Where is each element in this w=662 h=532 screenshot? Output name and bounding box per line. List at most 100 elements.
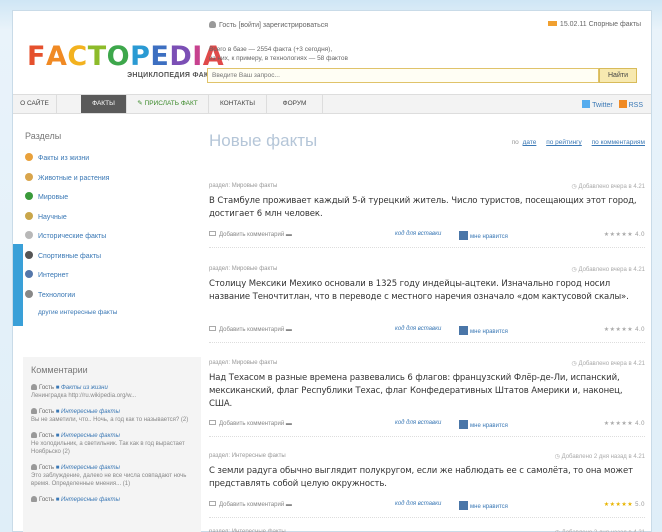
add-comment-link[interactable]: Добавить комментарий ▬: [209, 231, 292, 238]
sidebar-item-category[interactable]: Технологии: [25, 289, 195, 310]
vk-like-label: мне нравится: [470, 234, 508, 240]
search-button[interactable]: Найти: [599, 68, 637, 83]
fact-text[interactable]: В Стамбуле проживает каждый 5-й турецкий…: [209, 195, 645, 221]
insert-code-link[interactable]: код для вставки: [395, 231, 441, 237]
fact-text[interactable]: Над Техасом в разные времена развевались…: [209, 372, 645, 411]
sort-by-comments[interactable]: по комментариям: [592, 139, 645, 146]
sidebar-item-category[interactable]: Факты из жизни: [25, 153, 195, 173]
comment-count-icon: ▬: [285, 232, 292, 238]
category-label: Технологии: [38, 291, 76, 299]
insert-code-link[interactable]: код для вставки: [395, 420, 441, 426]
guest-line[interactable]: Гость [войти] зарегистрироваться: [209, 21, 328, 29]
fact-meta: Добавить комментарий ▬ код для вставки мне…: [209, 501, 645, 511]
rss-label: RSS: [628, 102, 643, 109]
tab-send-fact[interactable]: ✎ ПРИСЛАТЬ ФАКТ: [127, 95, 209, 113]
add-comment-link[interactable]: Добавить комментарий ▬: [209, 420, 292, 427]
comment-category[interactable]: Факты из жизни: [61, 385, 108, 391]
fact-date-text: Добавлено вчера в 4.21: [578, 361, 645, 367]
star-rating[interactable]: ★★★★★ 4.0: [604, 326, 645, 333]
comment-count-icon: ▬: [285, 327, 292, 333]
add-comment-link[interactable]: Добавить комментарий ▬: [209, 501, 292, 508]
sort-by-rating[interactable]: по рейтингу: [546, 139, 582, 146]
category-icon: [25, 270, 33, 278]
date-line[interactable]: 15.02.11 Спорные факты: [547, 21, 641, 28]
comment-count-icon: ▬: [285, 421, 292, 427]
comment-icon: [209, 420, 216, 425]
rating-value: 4.0: [635, 327, 645, 333]
rating-value: 4.0: [635, 421, 645, 427]
vk-like-button[interactable]: мне нравится: [459, 501, 508, 510]
star-rating[interactable]: ★★★★★ 4.0: [604, 420, 645, 427]
sort-prefix: по: [511, 139, 519, 146]
sidebar-item-category[interactable]: Мировые: [25, 192, 195, 212]
feedback-side-tab[interactable]: [13, 244, 23, 326]
sidebar-item-category[interactable]: Животные и растения: [25, 172, 195, 193]
category-label: Мировые: [38, 194, 69, 201]
bullet-icon: ■: [55, 409, 60, 415]
category-label: Исторические факты: [38, 233, 107, 240]
user-icon: [209, 21, 216, 28]
category-label: Факты из жизни: [38, 155, 90, 162]
vk-like-button[interactable]: мне нравится: [459, 420, 508, 429]
comment-item[interactable]: Гость ■ Интересные факты Это заблуждение,…: [31, 464, 193, 488]
category-icon: [25, 231, 33, 239]
sidebar-item-category[interactable]: Спортивные факты: [25, 250, 195, 271]
comment-author: Гость: [31, 384, 54, 391]
user-icon: [31, 464, 37, 470]
stars-icon: ★★★★★: [603, 421, 634, 427]
sidebar-item-category[interactable]: Интернет: [25, 270, 195, 290]
sidebar-item-category[interactable]: Научные: [25, 211, 195, 232]
twitter-link[interactable]: Twitter: [582, 100, 613, 109]
date-text[interactable]: 15.02.11 Спорные факты: [560, 21, 641, 28]
logo-text: FACTOPEDIA: [27, 41, 225, 72]
fact-divider: [209, 247, 645, 248]
comment-text: Это заблуждение, далеко не все числа сов…: [31, 473, 187, 487]
insert-code-link[interactable]: код для вставки: [395, 501, 441, 507]
tab-contacts[interactable]: КОНТАКТЫ: [209, 95, 267, 113]
more-facts-link[interactable]: другие интересные факты: [25, 309, 195, 329]
add-comment-label: Добавить комментарий: [219, 327, 285, 333]
guest-login-link[interactable]: Гость [войти] зарегистрироваться: [219, 22, 328, 29]
category-icon: [25, 211, 33, 220]
fact-divider: [209, 436, 645, 437]
fact-text[interactable]: С земли радуга обычно выглядит полукруго…: [209, 465, 645, 491]
tab-forum[interactable]: ФОРУМ: [267, 95, 323, 113]
add-comment-link[interactable]: Добавить комментарий ▬: [209, 326, 292, 333]
tab-facts[interactable]: ФАКТЫ: [81, 95, 127, 113]
search-input[interactable]: [207, 68, 599, 83]
fact-divider: [209, 517, 645, 518]
comment-text: Ленинградка http://ru.wikipedia.org/w...: [31, 393, 137, 399]
comment-item[interactable]: Гость ■ Интересные факты Вы не заметили, …: [31, 408, 193, 424]
star-rating[interactable]: ★★★★★ 4.0: [604, 231, 645, 238]
fact-text[interactable]: Столицу Мексики Мехико основали в 1325 г…: [209, 278, 645, 304]
comment-category[interactable]: Интересные факты: [61, 497, 120, 503]
insert-code-link[interactable]: код для вставки: [395, 326, 441, 332]
star-rating[interactable]: ★★★★★ 5.0: [604, 501, 645, 508]
comment-category[interactable]: Интересные факты: [61, 409, 120, 415]
comment-author: Гость: [31, 496, 54, 503]
fact-item: раздел: Мировые факты ◷ Добавлено вчера в…: [209, 360, 645, 429]
vk-like-label: мне нравится: [470, 329, 508, 335]
comment-item[interactable]: Гость ■ Интересные факты Не холодильник, …: [31, 432, 193, 456]
comments-heading: Комментарии: [31, 365, 88, 375]
stats-line-1: Всего в базе — 2554 факта (+3 сегодня),: [209, 46, 333, 53]
vk-like-button[interactable]: мне нравится: [459, 326, 508, 335]
page: Гость [войти] зарегистрироваться 15.02.1…: [12, 10, 652, 532]
site-logo[interactable]: FACTOPEDIA ЭНЦИКЛОПЕДИЯ ФАКТОВ: [27, 41, 225, 80]
sidebar-item-category[interactable]: Исторические факты: [25, 231, 195, 251]
fact-date-text: Добавлено 2 дня назад в 4.21: [561, 454, 645, 460]
comment-text: Вы не заметили, что.. Ночь, а год как то…: [31, 417, 189, 423]
tab-about[interactable]: О САЙТЕ: [13, 95, 57, 113]
comment-category[interactable]: Интересные факты: [61, 433, 120, 439]
bullet-icon: ■: [55, 465, 60, 471]
rss-link[interactable]: RSS: [618, 100, 643, 109]
fact-date-text: Добавлено вчера в 4.21: [578, 184, 645, 190]
sort-by-date[interactable]: дате: [523, 139, 537, 146]
comment-item[interactable]: Гость ■ Интересные факты: [31, 496, 193, 504]
comment-item[interactable]: Гость ■ Факты из жизни Ленинградка http:/…: [31, 384, 193, 400]
add-comment-label: Добавить комментарий: [219, 502, 285, 508]
vk-like-button[interactable]: мне нравится: [459, 231, 508, 240]
comment-category[interactable]: Интересные факты: [61, 465, 120, 471]
comment-icon: [209, 326, 216, 331]
vk-like-label: мне нравится: [470, 504, 508, 510]
